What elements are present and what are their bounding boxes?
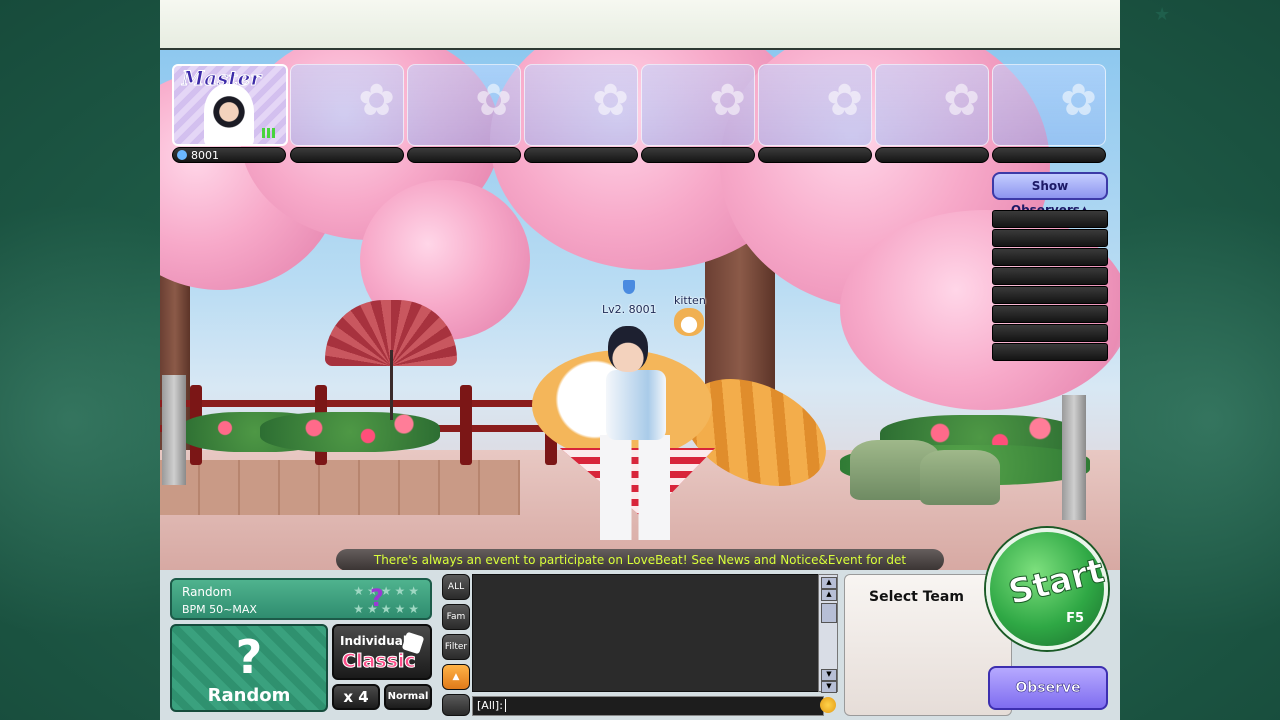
song-info[interactable]: Random BPM 50~MAX ★★★★★ ★★★★★ ? <box>170 578 432 620</box>
sakura-icon: ✿ <box>358 75 395 126</box>
player-name-bar <box>992 147 1106 163</box>
umbrella-pole <box>390 350 393 420</box>
observer-slot <box>992 286 1108 304</box>
player-name-bar <box>875 147 989 163</box>
observer-slot <box>992 248 1108 266</box>
speed-button[interactable]: x 4 <box>332 684 380 710</box>
avatar-legs <box>600 435 670 540</box>
stone-lantern-left <box>162 375 186 485</box>
start-label: Start <box>1004 550 1109 614</box>
sakura-icon: ✿ <box>1060 75 1097 126</box>
scroll-thumb[interactable] <box>821 603 837 623</box>
random-song-button[interactable]: ? Random <box>170 624 328 712</box>
game-window: Lv2. 8001 kitten Master 8001 ✿ ✿ ✿ ✿ ✿ ✿… <box>160 0 1120 720</box>
chat-tab-all[interactable]: ALL <box>442 574 470 600</box>
player-slot-5[interactable]: ✿ <box>641 64 755 146</box>
select-team-label: Select Team <box>869 589 964 605</box>
player-name-bar <box>290 147 404 163</box>
chat-tab-filter[interactable]: Filter <box>442 634 470 660</box>
flower-bed-mid <box>260 412 440 452</box>
player-name-bar <box>524 147 638 163</box>
player-name-bar <box>758 147 872 163</box>
start-hotkey: F5 <box>1066 611 1084 626</box>
sakura-icon: ✿ <box>943 75 980 126</box>
stone-lantern-right <box>1062 395 1086 520</box>
observer-slot <box>992 343 1108 361</box>
scroll-up-button[interactable]: ▲ <box>821 589 837 601</box>
observer-slot <box>992 267 1108 285</box>
warning-icon: ▲ <box>452 672 460 682</box>
show-observers-button[interactable]: Show Observers▲ <box>992 172 1108 217</box>
difficulty-stars-top: ★★★★★ <box>353 584 422 598</box>
chat-mode-bubble-button[interactable] <box>442 694 470 716</box>
mode-line1: Individual <box>340 634 407 648</box>
avatar-body <box>606 370 666 440</box>
master-avatar <box>204 84 254 144</box>
mode-line2: Classic <box>342 650 417 673</box>
observer-slot <box>992 324 1108 342</box>
kitten-pet-icon <box>674 308 704 336</box>
sakura-icon: ✿ <box>709 75 746 126</box>
emoji-icon[interactable] <box>820 697 836 713</box>
song-bpm: BPM 50~MAX <box>182 603 257 616</box>
chat-channel-prefix: [All]: <box>477 699 503 712</box>
player-slot-6[interactable]: ✿ <box>758 64 872 146</box>
player-slot-3[interactable]: ✿ <box>407 64 521 146</box>
avatar-level-name: Lv2. 8001 <box>602 303 657 316</box>
random-label: Random <box>207 685 291 706</box>
chat-scrollbar[interactable]: ▲ ▲ ▼ ▼ <box>818 574 838 693</box>
chat-tab-alert[interactable]: ▲ <box>442 664 470 690</box>
news-ticker: There's always an event to participate o… <box>336 549 944 571</box>
start-button[interactable]: Start F5 <box>986 528 1109 650</box>
signal-icon <box>262 128 278 138</box>
observer-slot <box>992 229 1108 247</box>
difficulty-stars-bottom: ★★★★★ <box>353 602 422 616</box>
master-slot[interactable]: Master <box>172 64 288 146</box>
scroll-down-button[interactable]: ▼ <box>821 681 837 693</box>
chat-input[interactable]: [All]: <box>472 696 824 716</box>
shield-icon <box>623 280 635 294</box>
player-slot-4[interactable]: ✿ <box>524 64 638 146</box>
chat-log[interactable] <box>472 574 824 692</box>
player-slot-7[interactable]: ✿ <box>875 64 989 146</box>
observer-slot <box>992 210 1108 228</box>
sakura-icon: ✿ <box>592 75 629 126</box>
master-name-bar: 8001 <box>172 147 286 163</box>
player-name-bar <box>641 147 755 163</box>
avatar-head[interactable] <box>608 326 648 372</box>
difficulty-button[interactable]: Normal <box>384 684 432 710</box>
player-name-bar <box>407 147 521 163</box>
sakura-icon: ✿ <box>826 75 863 126</box>
top-bar <box>160 0 1120 50</box>
unknown-level-icon: ? <box>370 584 384 612</box>
observe-button[interactable]: Observe <box>988 666 1108 710</box>
player-slot-2[interactable]: ✿ <box>290 64 404 146</box>
chat-tab-fam[interactable]: Fam <box>442 604 470 630</box>
master-player-id: 8001 <box>191 149 219 162</box>
player-slot-8[interactable]: ✿ <box>992 64 1106 146</box>
scroll-up-button[interactable]: ▲ <box>821 577 837 589</box>
star-icon: ★ <box>1154 4 1171 25</box>
pet-name: kitten <box>674 294 706 307</box>
song-title: Random <box>182 585 232 599</box>
scroll-down-button[interactable]: ▼ <box>821 669 837 681</box>
bottom-panel: Random BPM 50~MAX ★★★★★ ★★★★★ ? ? Random… <box>160 570 1120 720</box>
game-mode-button[interactable]: Individual Classic <box>332 624 432 680</box>
wooden-deck <box>160 460 520 515</box>
sakura-icon: ✿ <box>475 75 512 126</box>
question-icon: ? <box>235 630 263 684</box>
water-drop-icon <box>177 150 187 160</box>
observer-slot <box>992 305 1108 323</box>
mossy-rock-2 <box>920 450 1000 505</box>
